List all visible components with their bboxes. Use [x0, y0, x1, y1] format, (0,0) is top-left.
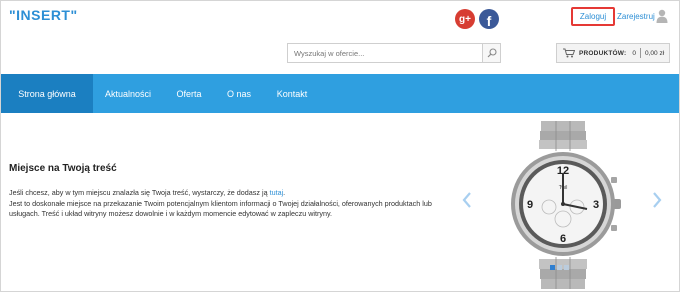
- search-icon: [487, 48, 497, 58]
- main-nav: Strona główna Aktualności Oferta O nas K…: [1, 74, 679, 113]
- content-title: Miejsce na Twoją treść: [9, 163, 117, 174]
- cart-total: 0,00 zł: [645, 49, 665, 57]
- nav-item-news[interactable]: Aktualności: [93, 74, 163, 113]
- facebook-icon[interactable]: f: [479, 9, 499, 29]
- login-button[interactable]: Zaloguj: [571, 7, 615, 26]
- nav-item-about[interactable]: O nas: [215, 74, 263, 113]
- register-link[interactable]: Zarejestruj: [617, 12, 655, 21]
- search-bar: [287, 43, 501, 63]
- nav-item-offer[interactable]: Oferta: [163, 74, 215, 113]
- slider-dot[interactable]: [550, 265, 555, 270]
- svg-text:3: 3: [593, 199, 599, 211]
- cart-label: PRODUKTÓW:: [579, 49, 627, 57]
- slider-dot[interactable]: [557, 265, 562, 270]
- page: "INSERT" g+ f Zaloguj Zarejestruj PRODUK…: [0, 0, 680, 292]
- content-line2-text: Jest to doskonałe miejsce na przekazanie…: [9, 198, 432, 219]
- user-icon[interactable]: [656, 9, 668, 23]
- chevron-left-icon[interactable]: [461, 191, 473, 209]
- slider-dot[interactable]: [564, 265, 569, 270]
- google-plus-glyph: g+: [459, 13, 471, 25]
- logo[interactable]: "INSERT": [9, 7, 78, 23]
- search-button[interactable]: [482, 44, 500, 62]
- search-input[interactable]: [288, 44, 482, 62]
- nav-item-contact[interactable]: Kontakt: [263, 74, 321, 113]
- chevron-right-icon[interactable]: [651, 191, 663, 209]
- content-text: Jeśli chcesz, aby w tym miejscu znalazła…: [9, 188, 439, 220]
- google-plus-icon[interactable]: g+: [455, 9, 475, 29]
- cart-count: 0: [632, 49, 637, 57]
- content-link[interactable]: tutaj: [270, 188, 284, 197]
- content-line1-text: Jeśli chcesz, aby w tym miejscu znalazła…: [9, 188, 270, 197]
- content-line1-end: .: [283, 188, 286, 197]
- cart-icon: [563, 48, 575, 58]
- svg-text:6: 6: [560, 233, 566, 245]
- cart-summary[interactable]: PRODUKTÓW: 0 0,00 zł: [556, 43, 670, 63]
- cart-divider: [640, 48, 642, 58]
- slider-dots: [550, 265, 569, 270]
- svg-text:9: 9: [527, 199, 533, 211]
- facebook-glyph: f: [486, 13, 492, 29]
- watch-image: 12 3 6 9 Twil: [511, 121, 621, 289]
- nav-item-home[interactable]: Strona główna: [1, 74, 93, 113]
